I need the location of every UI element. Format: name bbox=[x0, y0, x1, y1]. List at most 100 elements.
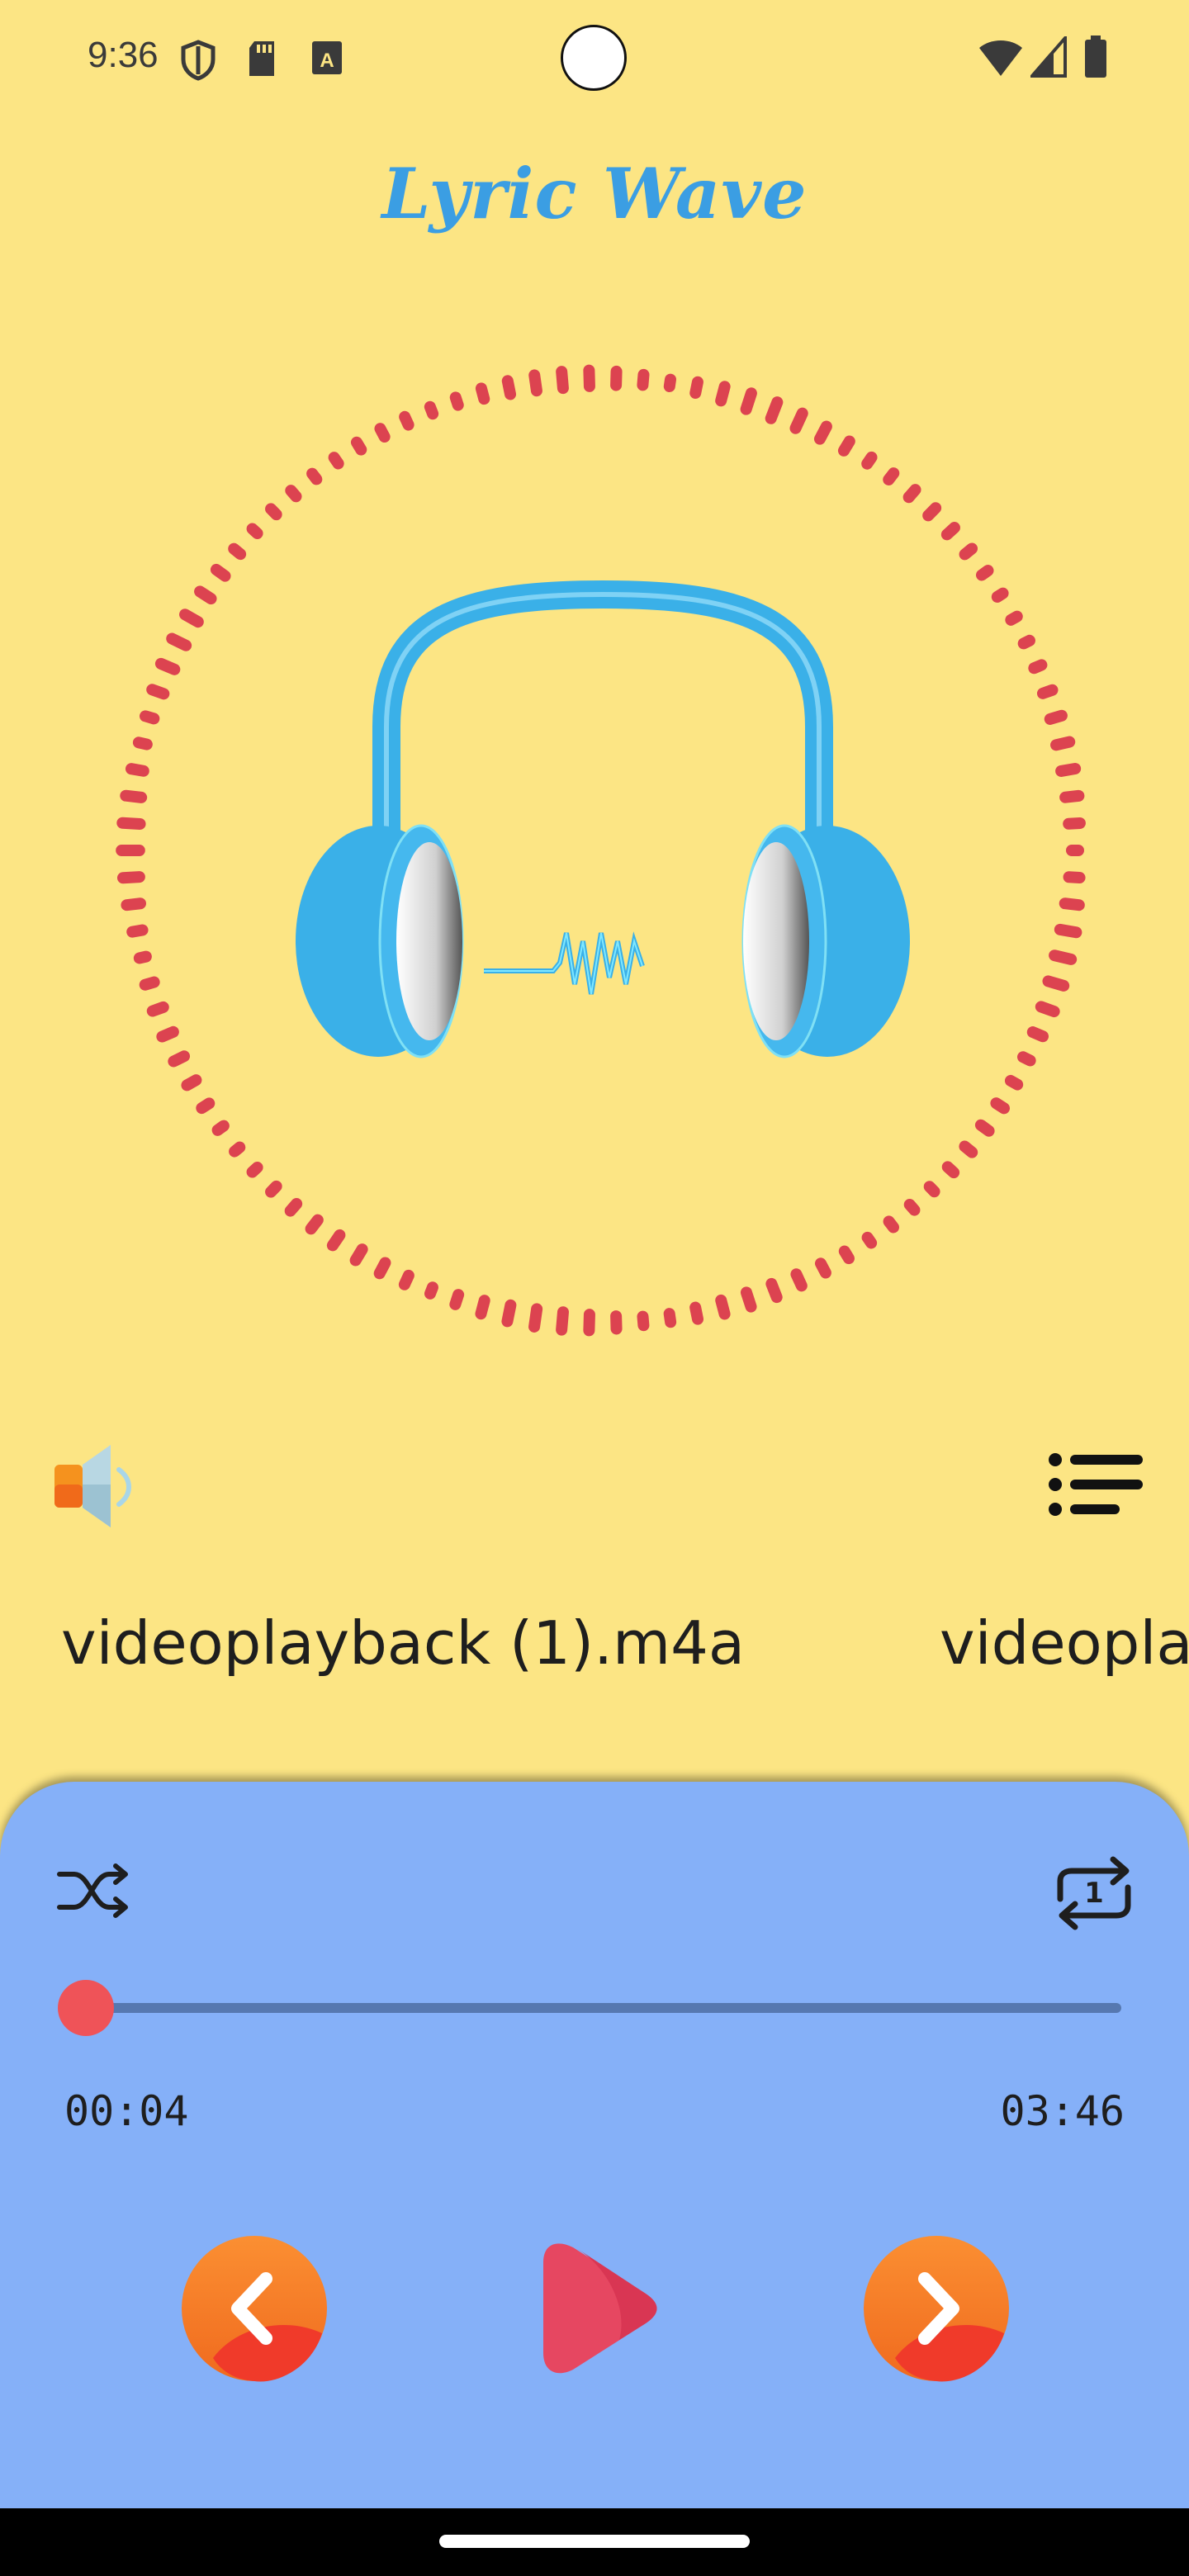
visualizer-bar bbox=[940, 522, 960, 541]
status-time: 9:36 bbox=[88, 35, 159, 75]
headphones-icon bbox=[296, 580, 910, 1058]
visualizer-bar bbox=[740, 1286, 757, 1313]
visualizer-ring bbox=[116, 364, 1086, 1337]
visualizer-bar bbox=[1049, 949, 1078, 965]
repeat-one-icon[interactable]: 1 bbox=[1049, 1851, 1139, 1934]
visualizer-bar bbox=[168, 1050, 191, 1068]
visualizer-bar bbox=[120, 789, 148, 803]
visualizer-bar bbox=[246, 523, 263, 539]
visualizer-bar bbox=[975, 565, 994, 581]
visualizer-bar bbox=[941, 1161, 960, 1179]
visualizer-bar bbox=[922, 502, 942, 522]
visualizer-bar bbox=[1059, 897, 1085, 912]
previous-button[interactable] bbox=[180, 2234, 329, 2383]
visualizer-bar bbox=[139, 976, 160, 991]
visualizer-bar bbox=[837, 435, 855, 457]
visualizer-bar bbox=[424, 400, 439, 420]
svg-text:A: A bbox=[320, 50, 334, 72]
visualizer-bar bbox=[765, 1277, 783, 1304]
visualizer-bar bbox=[140, 710, 160, 725]
current-time: 00:04 bbox=[64, 2087, 189, 2135]
visualizer-bar bbox=[923, 1181, 940, 1198]
song-title: videoplayback (1).m4a bbox=[61, 1608, 746, 1678]
visualizer-bar bbox=[132, 736, 153, 751]
home-gesture-handle[interactable] bbox=[439, 2535, 750, 2548]
visualizer-bar bbox=[1028, 659, 1048, 675]
visualizer-bar bbox=[229, 1141, 246, 1158]
visualizer-bar bbox=[146, 1001, 169, 1017]
play-button[interactable] bbox=[528, 2237, 661, 2378]
visualizer-bar bbox=[374, 423, 391, 443]
visualizer-bar bbox=[156, 1025, 179, 1043]
visualizer-bar bbox=[1059, 789, 1085, 803]
status-bar: 9:36 A bbox=[0, 0, 1189, 116]
visualizer-bar bbox=[790, 1268, 808, 1292]
visualizer-bar bbox=[883, 1215, 900, 1234]
visualizer-bar bbox=[133, 950, 152, 964]
wifi-icon bbox=[979, 40, 1022, 76]
visualizer-bar bbox=[501, 375, 517, 400]
playlist-icon[interactable] bbox=[1047, 1447, 1146, 1529]
visualizer-bar bbox=[583, 364, 595, 392]
visualizer-bar bbox=[1042, 975, 1070, 992]
visualizer-bar bbox=[475, 382, 490, 405]
visualizer-bar bbox=[116, 871, 145, 884]
visualizer-bar bbox=[583, 1309, 595, 1337]
visualizer-bar bbox=[284, 1197, 303, 1217]
visualizer-bar bbox=[556, 366, 569, 395]
seek-bar-thumb[interactable] bbox=[58, 1980, 114, 2036]
visualizer-bar bbox=[556, 1306, 569, 1336]
visualizer-bar bbox=[210, 563, 231, 582]
next-button[interactable] bbox=[862, 2234, 1011, 2383]
visualizer-bar bbox=[689, 376, 703, 400]
visualizer-bar bbox=[449, 1289, 465, 1310]
visualizer-bar bbox=[861, 1231, 878, 1249]
visualizer-bar bbox=[861, 451, 878, 470]
svg-text:1: 1 bbox=[1084, 1877, 1104, 1910]
visualizer-bar bbox=[838, 1245, 855, 1265]
visualizer-bar bbox=[424, 1281, 438, 1300]
visualizer-bar bbox=[126, 924, 149, 938]
visualizer-bar bbox=[903, 1198, 921, 1216]
shuffle-icon[interactable] bbox=[56, 1858, 130, 1924]
visualizer-bar bbox=[1054, 923, 1082, 939]
visualizer-bar bbox=[501, 1299, 517, 1328]
visualizer-bar bbox=[765, 396, 784, 424]
visualizer-bar bbox=[125, 763, 149, 777]
signal-icon bbox=[1030, 36, 1067, 78]
visualizer-bar bbox=[196, 1097, 216, 1115]
visualizer-bar bbox=[1016, 1051, 1036, 1067]
total-time: 03:46 bbox=[1000, 2087, 1125, 2135]
visualizer-bar bbox=[1044, 709, 1068, 725]
app-title: Lyric Wave bbox=[381, 153, 808, 234]
visualizer-bar bbox=[990, 1097, 1010, 1115]
seek-bar-track[interactable] bbox=[86, 2003, 1121, 2013]
visualizer-bar bbox=[211, 1120, 230, 1136]
camera-cutout bbox=[561, 25, 627, 91]
speaker-icon[interactable] bbox=[50, 1437, 140, 1536]
visualizer-bar bbox=[228, 542, 247, 561]
sd-card-icon bbox=[249, 41, 274, 76]
visualizer-bar bbox=[715, 1294, 731, 1320]
system-nav-bar bbox=[0, 2508, 1189, 2576]
visualizer-bar bbox=[166, 632, 192, 651]
visualizer-bar bbox=[398, 1269, 414, 1290]
visualizer-bar bbox=[475, 1295, 490, 1320]
visualizer-bar bbox=[528, 369, 542, 397]
visualizer-bar bbox=[637, 1310, 650, 1332]
visualizer-bar bbox=[1026, 1026, 1049, 1043]
visualizer-bar bbox=[1017, 634, 1035, 650]
visualizer-bar bbox=[1005, 610, 1023, 626]
visualizer-bar bbox=[883, 467, 900, 485]
visualizer-bar bbox=[959, 1140, 978, 1158]
visualizer-bar bbox=[285, 485, 302, 503]
battery-icon bbox=[1085, 36, 1106, 78]
visualizer-bar bbox=[1063, 817, 1086, 830]
keyboard-a-icon: A bbox=[312, 41, 342, 74]
visualizer-bar bbox=[246, 1161, 263, 1178]
visualizer-bar bbox=[715, 381, 731, 407]
visualizer-bar bbox=[265, 1180, 282, 1198]
visualizer-bar bbox=[121, 897, 147, 912]
visualizer-bar bbox=[399, 410, 414, 431]
visualizer-bar bbox=[974, 1119, 995, 1137]
